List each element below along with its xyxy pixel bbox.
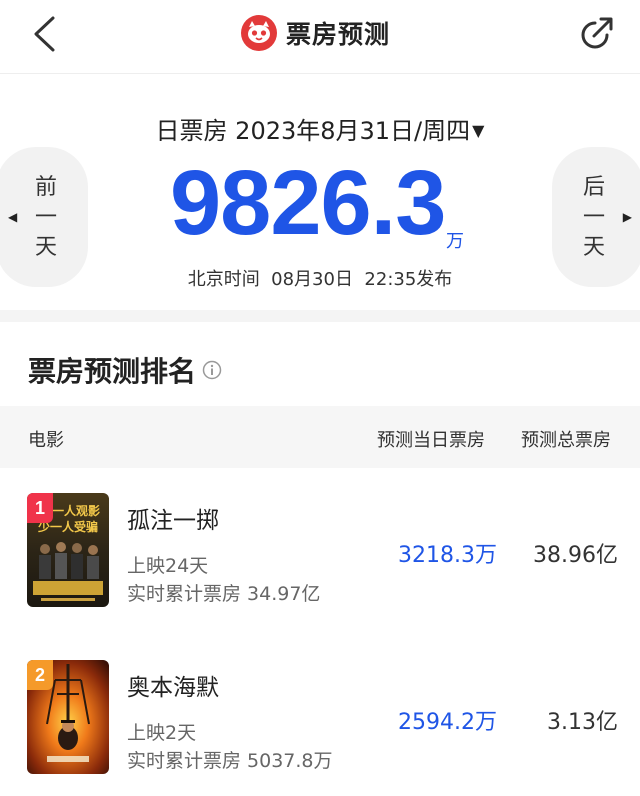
date-label: 日票房 (155, 117, 228, 145)
next-day-label: 后 一 天 (582, 175, 605, 260)
info-icon[interactable] (202, 360, 222, 380)
maoyan-cat-logo-icon (241, 15, 277, 51)
section-divider (0, 310, 640, 322)
box-office-summary: 日票房 2023年8月31日/周四 ▼ ◀ 前 一 天 9826.3 万 后 一 … (0, 75, 640, 310)
page-title: 票房预测 (286, 20, 391, 49)
triangle-right-icon: ▶ (622, 210, 632, 224)
brand: 票房预测 (240, 13, 390, 53)
table-row[interactable]: 2 奥本海默 上映2天 实时累计票房 5037.8万 2594.2万 3.13亿 (0, 660, 640, 790)
share-icon (581, 17, 613, 49)
caret-down-icon: ▼ (472, 120, 485, 140)
ranking-title: 票房预测排名 (28, 350, 222, 390)
column-header-day-prediction: 预测当日票房 (377, 430, 485, 451)
movie-days-showing: 上映2天 (127, 722, 197, 744)
movie-day-prediction: 3218.3万 (398, 543, 497, 568)
movie-title: 孤注一掷 (127, 508, 219, 534)
table-row[interactable]: 一人观影 少一人受骗 1 孤注一掷 上映24天 实时累计票房 34.97亿 32… (0, 493, 640, 623)
daily-box-office-total: 9826.3 (170, 152, 446, 254)
movie-total-prediction: 38.96亿 (533, 543, 618, 568)
movie-total-prediction: 3.13亿 (547, 710, 618, 735)
back-button[interactable] (22, 12, 66, 56)
rank-badge: 1 (27, 493, 53, 523)
daily-box-office-unit: 万 (446, 231, 464, 252)
date-value: 2023年8月31日/周四 (235, 117, 471, 145)
movie-cumulative-box-office: 实时累计票房 34.97亿 (127, 583, 321, 605)
chevron-left-icon (34, 16, 55, 52)
top-nav-bar: 票房预测 (0, 0, 640, 74)
movie-title: 奥本海默 (127, 675, 219, 701)
date-selector[interactable]: 日票房 2023年8月31日/周四 ▼ (0, 111, 640, 146)
movie-cumulative-box-office: 实时累计票房 5037.8万 (127, 750, 333, 772)
movie-day-prediction: 2594.2万 (398, 710, 497, 735)
ranking-table-header: 电影 预测当日票房 预测总票房 (0, 406, 640, 468)
triangle-left-icon: ◀ (8, 210, 18, 224)
release-time: 北京时间 08月30日 22:35发布 (187, 269, 453, 290)
rank-badge: 2 (27, 660, 53, 690)
movie-days-showing: 上映24天 (127, 555, 209, 577)
column-header-total-prediction: 预测总票房 (521, 430, 611, 451)
share-button[interactable] (574, 12, 618, 56)
prev-day-label: 前 一 天 (34, 175, 57, 260)
svg-text:一人观影: 一人观影 (52, 503, 100, 518)
column-header-movie: 电影 (28, 430, 64, 451)
